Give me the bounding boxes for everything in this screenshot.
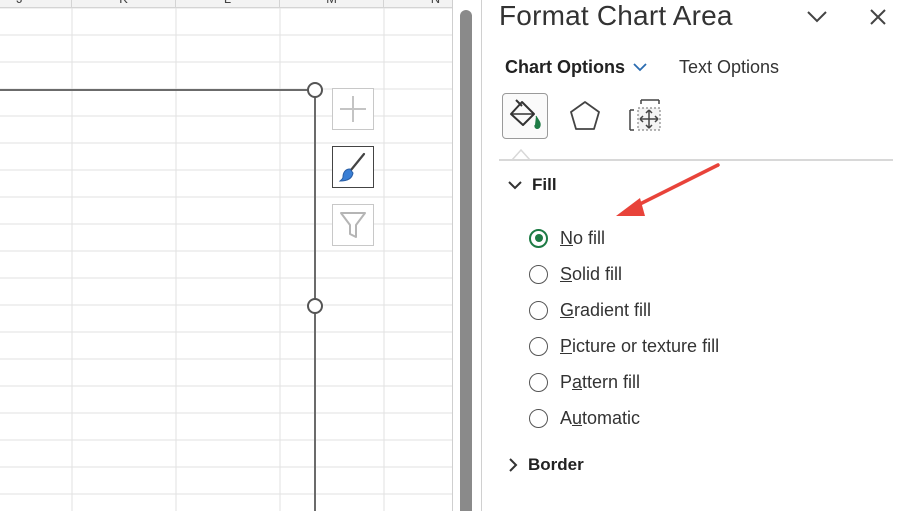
resize-handle-right[interactable]	[307, 298, 323, 314]
plus-icon	[340, 96, 366, 122]
radio-pattern-fill[interactable]	[529, 372, 548, 392]
tab-chart-options[interactable]: Chart Options	[505, 57, 625, 78]
chart-elements-button[interactable]	[332, 88, 374, 130]
radio-gradient-fill[interactable]	[529, 300, 548, 320]
option-pattern-fill[interactable]: Pattern fill	[529, 364, 719, 400]
radio-no-fill[interactable]	[529, 228, 548, 248]
selected-chart-area[interactable]	[0, 89, 316, 511]
border-section-label: Border	[528, 455, 584, 474]
option-label: Gradient fill	[560, 299, 652, 320]
option-gradient-fill[interactable]: Gradient fill	[529, 292, 719, 328]
tab-effects[interactable]	[562, 93, 608, 139]
option-label: Picture or texture fill	[560, 335, 720, 356]
border-section-header[interactable]: Border	[508, 455, 584, 475]
option-label: Solid fill	[560, 263, 623, 284]
column-header-j[interactable]: J	[0, 0, 72, 8]
radio-automatic[interactable]	[529, 408, 548, 428]
option-label: No fill	[560, 227, 606, 248]
chart-filters-button[interactable]	[332, 204, 374, 246]
pane-close-button[interactable]	[865, 4, 891, 30]
resize-handle-top-right[interactable]	[307, 82, 323, 98]
column-header-row: J K L M N	[0, 0, 452, 8]
option-solid-fill[interactable]: Solid fill	[529, 256, 719, 292]
effects-pentagon-icon	[570, 101, 600, 130]
chart-styles-button[interactable]	[332, 146, 374, 188]
radio-solid-fill[interactable]	[529, 264, 548, 284]
chevron-down-icon	[633, 62, 647, 71]
option-automatic[interactable]: Automatic	[529, 400, 719, 436]
close-icon	[870, 9, 886, 25]
chart-options-dropdown[interactable]	[633, 62, 647, 72]
column-header-l[interactable]: L	[176, 0, 280, 8]
column-header-k[interactable]: K	[72, 0, 176, 8]
option-label: Pattern fill	[560, 371, 641, 392]
format-chart-area-pane: Format Chart Area Chart Options Text Opt…	[481, 0, 908, 511]
fill-options-group: No fill Solid fill Gradient fill Picture…	[529, 220, 719, 436]
pane-title: Format Chart Area	[499, 0, 733, 31]
fill-section-label: Fill	[532, 175, 557, 194]
fill-line-icon	[510, 99, 541, 129]
fill-section-header[interactable]: Fill	[508, 175, 557, 195]
chevron-right-icon	[509, 458, 518, 472]
tab-fill-and-line[interactable]	[502, 93, 548, 139]
size-properties-icon	[629, 99, 661, 131]
pane-options-button[interactable]	[804, 4, 830, 30]
column-header-n[interactable]: N	[384, 0, 452, 8]
option-no-fill[interactable]: No fill	[529, 220, 719, 256]
radio-picture-texture-fill[interactable]	[529, 336, 548, 356]
chevron-down-icon	[508, 181, 522, 190]
tab-text-options[interactable]: Text Options	[679, 57, 779, 78]
pane-splitter[interactable]	[452, 0, 480, 511]
option-label: Automatic	[560, 407, 641, 428]
vertical-scrollbar-thumb[interactable]	[460, 10, 472, 511]
category-icon-tabs	[502, 93, 668, 139]
column-header-m[interactable]: M	[280, 0, 384, 8]
options-tab-row: Chart Options Text Options	[505, 56, 779, 78]
brush-icon	[338, 152, 366, 182]
tab-size-properties[interactable]	[622, 93, 668, 139]
funnel-icon	[340, 212, 366, 238]
tab-divider	[499, 159, 893, 161]
option-picture-texture-fill[interactable]: Picture or texture fill	[529, 328, 719, 364]
spreadsheet-area[interactable]: J K L M N	[0, 0, 452, 511]
chevron-down-icon	[807, 11, 827, 23]
